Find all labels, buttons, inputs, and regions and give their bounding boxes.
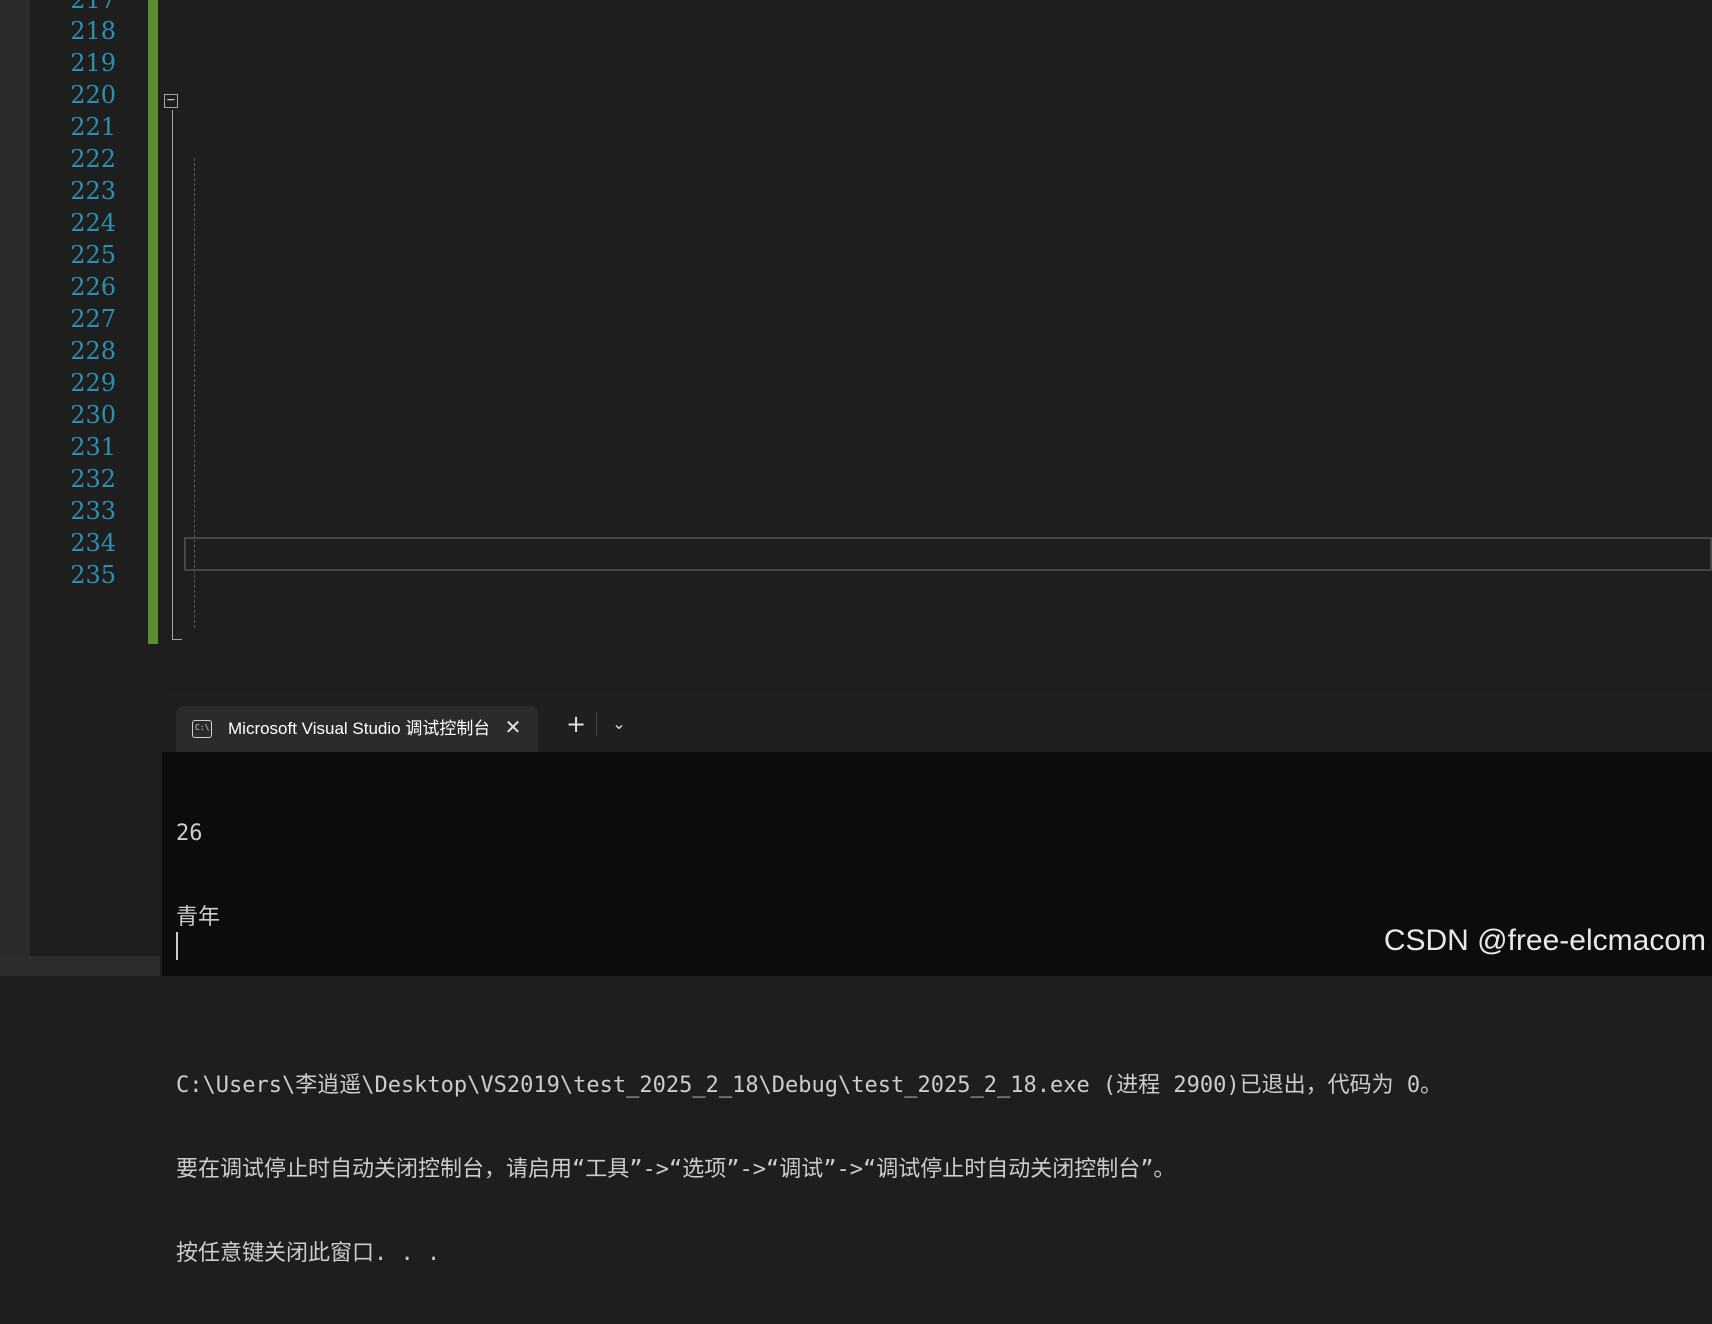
- line-number: 219: [70, 49, 116, 77]
- left-margin-strip: [0, 0, 30, 976]
- line-number: 233: [70, 497, 116, 525]
- code-editor[interactable]: [186, 0, 1712, 660]
- line-number: 228: [70, 337, 116, 365]
- tab-separator: [596, 712, 597, 736]
- chevron-down-icon[interactable]: ⌄: [604, 708, 634, 740]
- line-number: 229: [70, 369, 116, 397]
- line-number: 221: [70, 113, 116, 141]
- watermark: CSDN @free-elcmacom: [1383, 924, 1706, 957]
- fold-guide-line: [172, 110, 173, 640]
- line-number: 230: [70, 401, 116, 429]
- close-tab-icon[interactable]: ✕: [498, 712, 528, 742]
- fold-guide-end: [172, 639, 182, 640]
- terminal-output: 26 青年 C:\Users\李逍遥\Desktop\VS2019\test_2…: [176, 764, 1712, 1324]
- line-number: 218: [70, 17, 116, 45]
- text-cursor: [176, 932, 178, 960]
- line-number: 235: [70, 561, 116, 589]
- line-number: 232: [70, 465, 116, 493]
- terminal-output-line: C:\Users\李逍遥\Desktop\VS2019\test_2025_2_…: [176, 1073, 1443, 1098]
- line-number: 226: [70, 273, 116, 301]
- new-tab-button[interactable]: +: [558, 708, 594, 740]
- line-number: 225: [70, 241, 116, 269]
- line-number: 224: [70, 209, 116, 237]
- line-number: 231: [70, 433, 116, 461]
- line-number: 220: [70, 81, 116, 109]
- line-number: 222: [70, 145, 116, 173]
- collapse-toggle-icon[interactable]: −: [164, 93, 178, 108]
- line-number: 223: [70, 177, 116, 205]
- terminal-output-line: 要在调试停止时自动关闭控制台，请启用“工具”->“选项”->“调试”->“调试停…: [176, 1157, 1176, 1182]
- terminal-tab[interactable]: C:\ Microsoft Visual Studio 调试控制台 ✕: [176, 706, 538, 752]
- change-tracking-bar: [148, 0, 158, 644]
- terminal-output-line: 按任意键关闭此窗口. . .: [176, 1241, 441, 1266]
- terminal-output-line: 26: [176, 821, 203, 846]
- line-number: 234: [70, 529, 116, 557]
- status-bar-fragment: [0, 956, 160, 976]
- terminal-tab-bar: C:\ Microsoft Visual Studio 调试控制台 ✕ + ⌄: [162, 692, 1712, 752]
- terminal-tab-title: Microsoft Visual Studio 调试控制台: [228, 719, 488, 738]
- console-icon: C:\: [192, 720, 212, 738]
- line-number: 227: [70, 305, 116, 333]
